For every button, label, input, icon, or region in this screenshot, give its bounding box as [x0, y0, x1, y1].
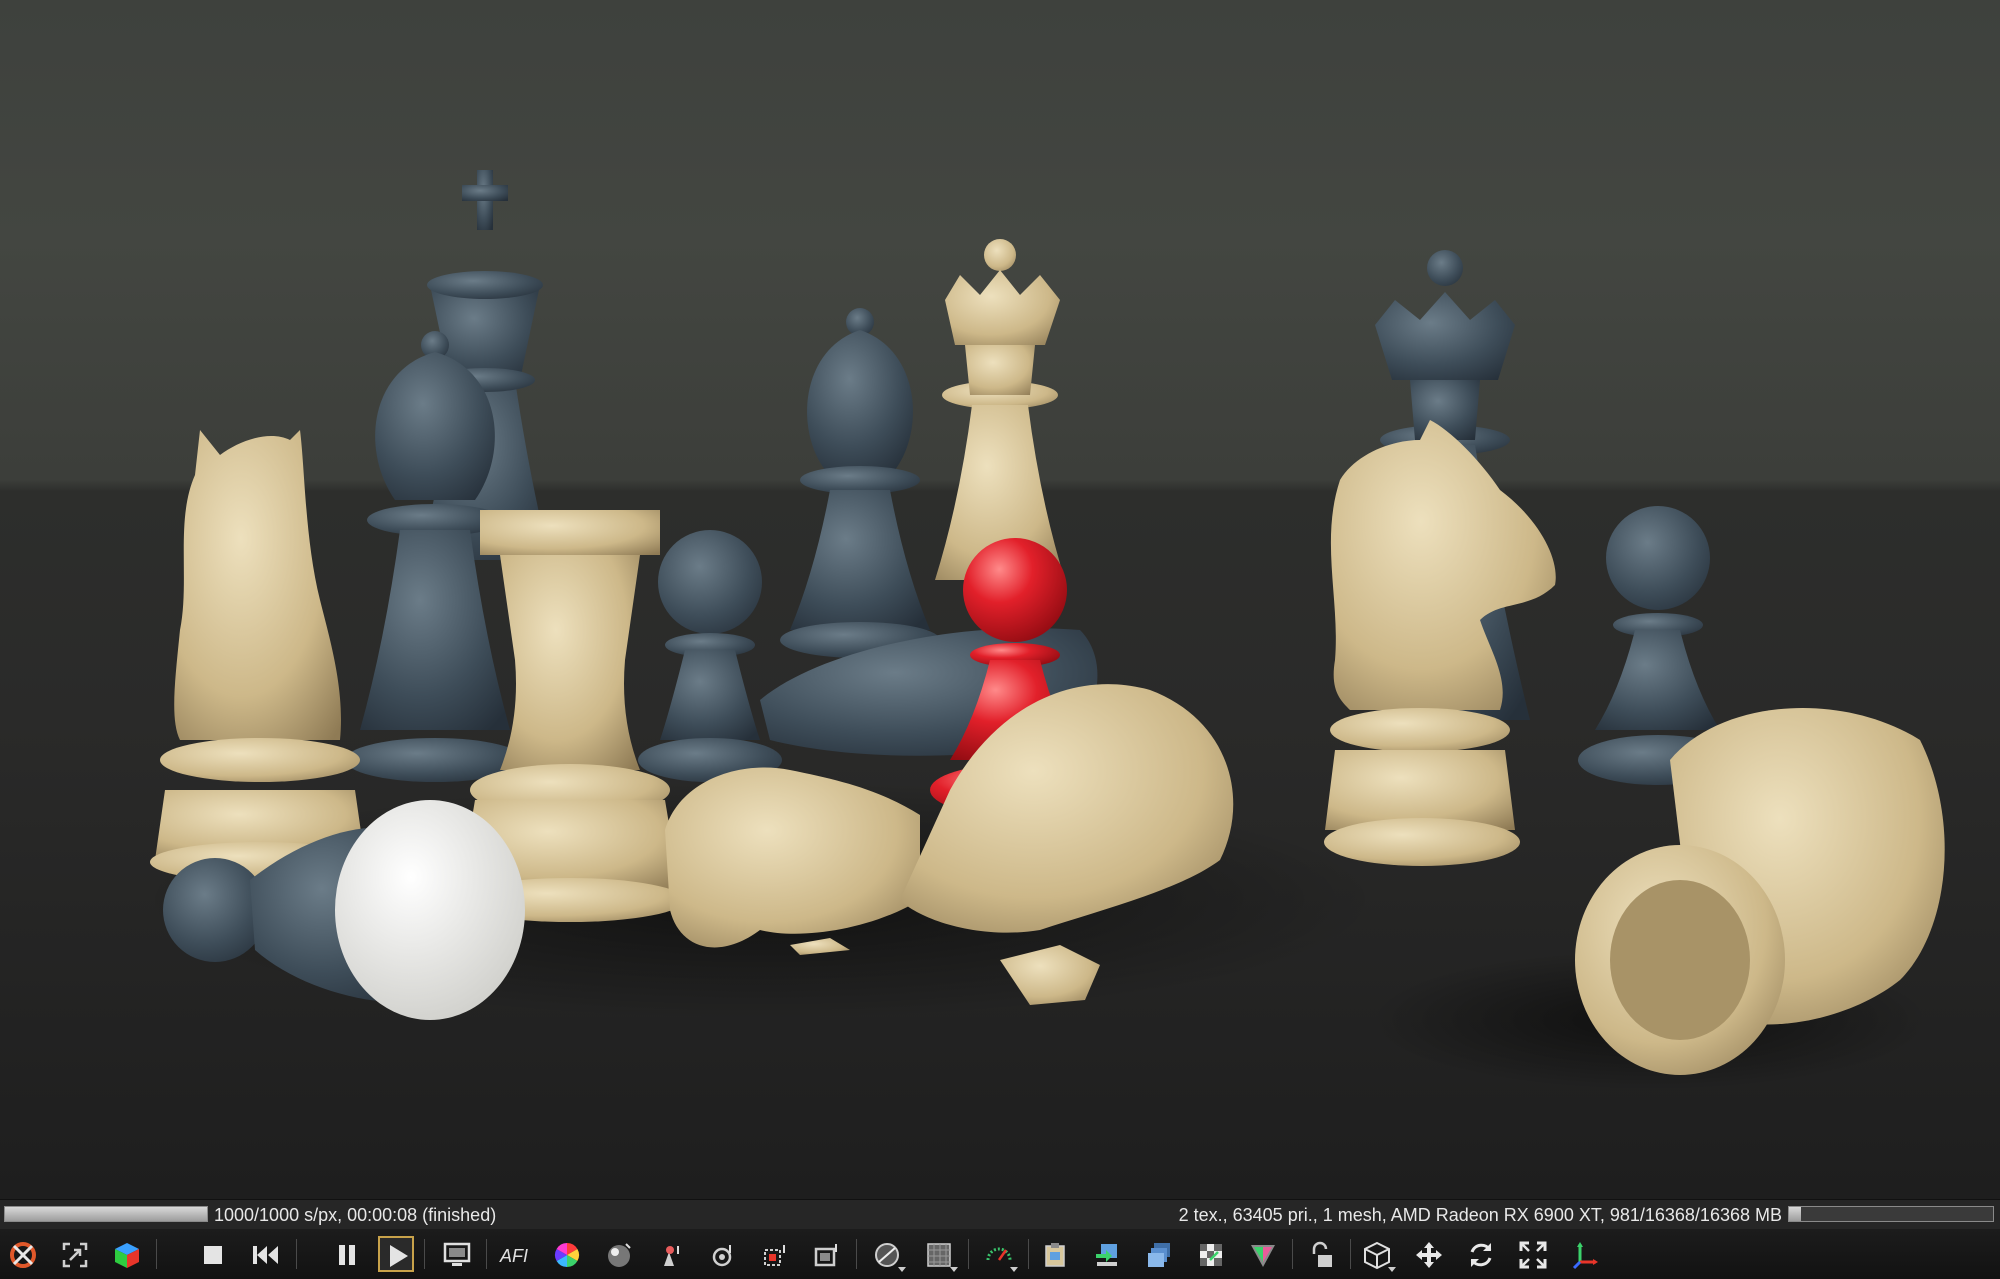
display-settings-icon[interactable] [438, 1236, 474, 1272]
move-icon[interactable] [1410, 1236, 1446, 1272]
rotate-icon[interactable] [1462, 1236, 1498, 1272]
performance-gauge-icon[interactable] [980, 1236, 1018, 1272]
alpha-grid-icon[interactable] [920, 1236, 958, 1272]
render-status-text: 1000/1000 s/px, 00:00:08 (finished) [214, 1205, 497, 1225]
gpu-memory-fill [1789, 1207, 1802, 1221]
axis-gizmo-icon[interactable] [1566, 1236, 1602, 1272]
render-viewport[interactable] [0, 0, 2000, 1199]
material-sphere-icon[interactable] [600, 1236, 636, 1272]
cream-knight-left [150, 430, 370, 882]
save-image-icon[interactable] [1088, 1236, 1124, 1272]
film-region-icon[interactable] [808, 1236, 844, 1272]
render-toolbar: AFI [0, 1229, 2000, 1279]
layers-icon[interactable] [1140, 1236, 1176, 1272]
pause-icon[interactable] [328, 1236, 364, 1272]
status-bar: 1000/1000 s/px, 00:00:08 (finished) 2 te… [0, 1199, 2000, 1229]
chess-render-image [140, 170, 1945, 1090]
blue-pawn [638, 530, 782, 782]
lock-icon[interactable] [1302, 1236, 1338, 1272]
copy-clipboard-icon[interactable] [1036, 1236, 1072, 1272]
camera-pick-icon[interactable] [704, 1236, 740, 1272]
cube-view-icon[interactable] [1358, 1236, 1396, 1272]
afi-label: AFI [500, 1246, 529, 1266]
lens-icon[interactable] [868, 1236, 906, 1272]
scene-stats-text: 2 tex., 63405 pri., 1 mesh, AMD Radeon R… [1178, 1205, 1782, 1225]
fullscreen-icon[interactable] [1514, 1236, 1550, 1272]
render-progress-bar [4, 1206, 208, 1222]
restart-icon[interactable] [246, 1236, 282, 1272]
cream-queen [935, 239, 1065, 580]
prism-icon[interactable] [1244, 1236, 1280, 1272]
afi-icon[interactable]: AFI [496, 1236, 532, 1272]
blue-bishop [780, 308, 940, 658]
color-wheel-icon[interactable] [548, 1236, 584, 1272]
play-icon[interactable] [378, 1236, 414, 1272]
color-cube-icon[interactable] [108, 1236, 144, 1272]
region-render-icon[interactable] [756, 1236, 792, 1272]
cream-knight-right [1324, 420, 1556, 866]
checker-icon[interactable] [1192, 1236, 1228, 1272]
region-select-icon[interactable] [56, 1236, 92, 1272]
render-reset-icon[interactable] [4, 1236, 40, 1272]
light-pick-icon[interactable] [652, 1236, 688, 1272]
render-progress-fill [5, 1207, 207, 1221]
gpu-memory-bar [1788, 1206, 1994, 1222]
stop-icon[interactable] [194, 1236, 230, 1272]
